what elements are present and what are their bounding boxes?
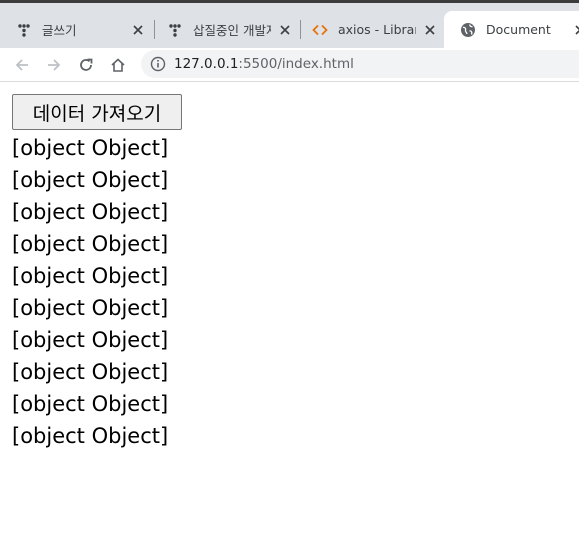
address-bar[interactable]: 127.0.0.1:5500/index.html <box>141 50 579 78</box>
page-content: 데이터 가져오기 [object Object] [object Object]… <box>0 82 579 543</box>
close-icon <box>133 24 143 35</box>
tab-document[interactable]: Document <box>444 11 579 48</box>
arrow-left-icon <box>15 59 28 71</box>
result-item: [object Object] <box>12 424 169 448</box>
globe-icon <box>461 22 475 37</box>
url-path: :5500/index.html <box>238 56 354 72</box>
result-item: [object Object] <box>12 360 169 384</box>
result-item: [object Object] <box>12 136 169 160</box>
home-icon <box>111 58 125 72</box>
close-icon <box>425 24 435 35</box>
results-list: [object Object] [object Object] [object … <box>12 132 168 452</box>
result-item: [object Object] <box>12 168 169 192</box>
close-tab-button[interactable] <box>422 22 438 38</box>
velog-dots-icon <box>169 23 181 37</box>
back-button[interactable] <box>11 54 33 76</box>
result-item: [object Object] <box>12 264 169 288</box>
forward-button[interactable] <box>43 54 65 76</box>
code-brackets-icon <box>312 24 328 35</box>
tab-strip: 글쓰기 삽질중인 개발자 axios - Libraries D <box>0 3 579 48</box>
result-item: [object Object] <box>12 200 169 224</box>
arrow-right-icon <box>48 59 61 71</box>
result-item: [object Object] <box>12 296 169 320</box>
home-button[interactable] <box>107 54 129 76</box>
close-tab-button[interactable] <box>277 22 293 38</box>
info-icon[interactable] <box>150 56 166 72</box>
tab-title: 글쓰기 <box>42 23 77 38</box>
tab-write[interactable]: 글쓰기 <box>0 11 152 48</box>
close-tab-button[interactable] <box>572 22 579 38</box>
result-item: [object Object] <box>12 328 169 352</box>
browser-toolbar: 127.0.0.1:5500/index.html <box>0 48 579 82</box>
close-icon <box>280 24 290 35</box>
url-host: 127.0.0.1 <box>174 56 239 72</box>
tab-axios-libraries[interactable]: axios - Libraries <box>296 11 444 48</box>
reload-icon <box>80 58 93 71</box>
tab-developer-blog[interactable]: 삽질중인 개발자 <box>151 11 299 48</box>
result-item: [object Object] <box>12 392 169 416</box>
result-item: [object Object] <box>12 232 169 256</box>
url-text: 127.0.0.1:5500/index.html <box>174 56 354 72</box>
reload-button[interactable] <box>75 54 97 76</box>
velog-dots-icon <box>18 23 30 37</box>
close-tab-button[interactable] <box>130 22 146 38</box>
tab-title: axios - Libraries <box>338 22 416 37</box>
close-icon <box>575 24 579 35</box>
tab-title: 삽질중인 개발자 <box>193 23 271 38</box>
tab-title: Document <box>486 22 551 37</box>
fetch-data-button[interactable]: 데이터 가져오기 <box>12 94 182 130</box>
